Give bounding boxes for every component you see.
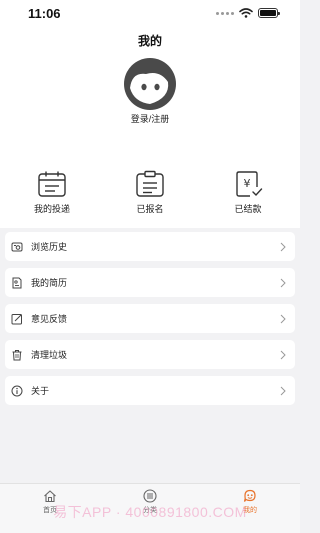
menu-item-my-resume[interactable]: 我的简历 (5, 268, 295, 297)
info-icon (11, 385, 23, 396)
menu-item-label: 清理垃圾 (31, 350, 68, 360)
clipboard-icon (136, 170, 164, 197)
quick-item-paid[interactable]: ¥ 已结款 (210, 170, 286, 228)
quick-item-label: 已报名 (136, 204, 164, 214)
menu-item-label: 浏览历史 (31, 242, 68, 252)
signal-icon (216, 11, 234, 15)
quick-item-registered[interactable]: 已报名 (112, 170, 188, 228)
quick-item-label: 已结款 (234, 204, 262, 214)
home-icon (44, 490, 56, 503)
avatar[interactable] (124, 58, 176, 110)
yen-check-icon: ¥ (236, 171, 263, 197)
menu-item-label: 意见反馈 (31, 314, 68, 324)
page-title: 我的 (137, 33, 162, 48)
menu-list: 浏览历史 我的简历 意见反馈 清理垃圾 关于 (0, 232, 300, 405)
resume-icon (12, 277, 22, 288)
trash-icon (12, 349, 22, 360)
svg-text:¥: ¥ (244, 177, 251, 190)
chevron-right-icon (280, 278, 286, 287)
status-bar: 11:06 (0, 0, 300, 26)
wifi-icon (239, 8, 253, 18)
chevron-right-icon (280, 386, 286, 395)
menu-item-label: 我的简历 (31, 278, 68, 288)
quick-item-my-deliveries[interactable]: 我的投递 (14, 170, 90, 228)
quick-item-label: 我的投递 (33, 204, 70, 214)
profile-section: 登录/注册 (0, 54, 300, 172)
battery-icon (258, 8, 280, 18)
menu-item-label: 关于 (31, 386, 50, 396)
feedback-icon (11, 313, 22, 324)
status-time: 11:06 (28, 5, 61, 21)
menu-item-browse-history[interactable]: 浏览历史 (5, 232, 295, 261)
list-icon (143, 489, 157, 503)
calendar-icon (38, 171, 66, 197)
chevron-right-icon (280, 350, 286, 359)
chevron-right-icon (280, 314, 286, 323)
menu-item-feedback[interactable]: 意见反馈 (5, 304, 295, 333)
login-register-link[interactable]: 登录/注册 (131, 112, 170, 125)
menu-item-clear-cache[interactable]: 清理垃圾 (5, 340, 295, 369)
quick-actions: 我的投递 已报名 ¥ 已结款 (0, 170, 300, 228)
menu-item-about[interactable]: 关于 (5, 376, 295, 405)
history-icon (11, 242, 23, 251)
user-icon (243, 489, 256, 502)
chevron-right-icon (280, 242, 286, 251)
nav-bar: 我的 (0, 26, 300, 54)
status-icons (216, 8, 280, 18)
watermark: 易下APP · 4000891800.COM (53, 504, 247, 520)
